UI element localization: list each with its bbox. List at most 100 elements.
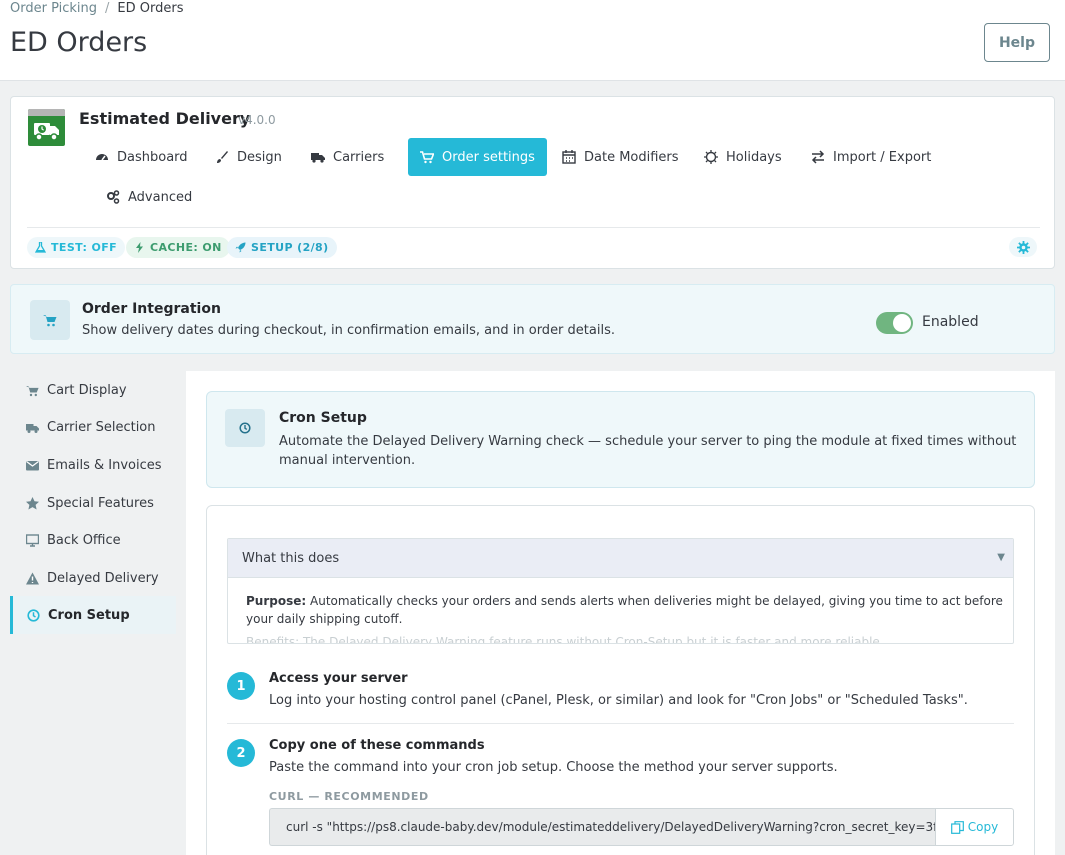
purpose-text: Automatically checks your orders and sen… (246, 594, 1003, 626)
rocket-icon (235, 242, 246, 253)
accordion-purpose: Purpose: Automatically checks your order… (246, 592, 1006, 628)
side-item-label: Emails & Invoices (47, 457, 162, 473)
side-item-label: Cart Display (47, 382, 127, 398)
side-item-cart-display[interactable]: Cart Display (10, 371, 176, 409)
integration-toggle[interactable] (876, 312, 913, 334)
nav-holidays[interactable]: Holidays (692, 138, 794, 176)
cron-description: Automate the Delayed Delivery Warning ch… (279, 434, 1017, 468)
bolt-icon (136, 242, 143, 253)
dashboard-icon (96, 154, 108, 161)
nav-carriers[interactable]: Carriers (299, 138, 396, 176)
nav-dashboard[interactable]: Dashboard (83, 138, 200, 176)
envelope-icon (26, 460, 39, 470)
gears-icon (107, 190, 120, 204)
module-name: Estimated Delivery (79, 109, 251, 128)
monitor-icon (26, 533, 39, 547)
integration-description: Show delivery dates during checkout, in … (82, 323, 615, 338)
clock-icon (27, 608, 40, 622)
nav-label: Date Modifiers (584, 149, 679, 165)
step-title: Access your server (269, 671, 408, 686)
star-icon (26, 496, 39, 509)
side-item-label: Cron Setup (48, 607, 130, 623)
copy-button[interactable]: Copy (935, 808, 1014, 846)
help-button[interactable]: Help (984, 23, 1050, 62)
side-item-back-office[interactable]: Back Office (10, 521, 176, 559)
flask-icon (35, 242, 46, 253)
cron-title: Cron Setup (279, 410, 367, 426)
nav-label: Import / Export (833, 149, 932, 165)
module-logo-icon (28, 109, 65, 146)
nav-label: Dashboard (117, 149, 188, 165)
cart-icon (420, 151, 434, 164)
breadcrumb-parent-link[interactable]: Order Picking (10, 1, 97, 16)
integration-title: Order Integration (82, 301, 221, 317)
module-panel: Estimated Delivery v4.0.0 Dashboard Desi… (10, 96, 1055, 269)
step-description: Paste the command into your cron job set… (269, 760, 838, 775)
divider (227, 723, 1014, 724)
nav-label: Design (237, 149, 282, 165)
accordion-header[interactable]: What this does ▼ (228, 539, 1013, 578)
nav-label: Holidays (726, 149, 782, 165)
code-label: CURL — RECOMMENDED (269, 790, 429, 803)
side-item-emails-invoices[interactable]: Emails & Invoices (10, 446, 176, 484)
module-version: v4.0.0 (238, 113, 276, 127)
cron-header: Cron Setup Automate the Delayed Delivery… (206, 391, 1035, 488)
cron-setup-panel: Cron Setup Automate the Delayed Delivery… (186, 371, 1055, 855)
side-item-cron-setup[interactable]: Cron Setup (10, 596, 176, 634)
module-settings-button[interactable] (1009, 237, 1037, 257)
calendar-icon (562, 150, 576, 164)
nav-order-settings[interactable]: Order settings (408, 138, 547, 176)
cache-label: CACHE: ON (150, 241, 222, 254)
nav-design[interactable]: Design (203, 138, 294, 176)
accordion-faded-text: Benefits: The Delayed Delivery Warning f… (246, 635, 880, 644)
nav-label: Carriers (333, 149, 385, 165)
truck-icon (311, 153, 325, 163)
breadcrumb-separator: / (105, 1, 110, 16)
step-number: 1 (227, 672, 255, 700)
step-number: 2 (227, 739, 255, 767)
gear-icon (1016, 240, 1030, 254)
copy-label: Copy (967, 820, 999, 834)
breadcrumb: Order Picking / ED Orders (10, 1, 184, 16)
breadcrumb-current: ED Orders (117, 1, 184, 16)
nav-date-modifiers[interactable]: Date Modifiers (550, 138, 691, 176)
exchange-icon (811, 150, 825, 164)
side-item-label: Carrier Selection (47, 419, 156, 435)
page-header: Order Picking / ED Orders ED Orders Help (0, 0, 1065, 81)
side-item-delayed-delivery[interactable]: Delayed Delivery (10, 559, 176, 597)
cart-icon (30, 300, 70, 340)
clock-icon (225, 409, 265, 447)
sun-icon (704, 150, 718, 164)
cart-icon (26, 385, 39, 396)
order-integration-banner: Order Integration Show delivery dates du… (10, 284, 1055, 354)
accordion-title: What this does (242, 550, 340, 566)
step-description: Log into your hosting control panel (cPa… (269, 693, 968, 708)
nav-label: Order settings (442, 149, 535, 165)
side-item-label: Delayed Delivery (47, 570, 159, 586)
side-item-label: Special Features (47, 495, 154, 511)
setup-label: SETUP (2/8) (251, 241, 329, 254)
test-mode-badge[interactable]: TEST: OFF (27, 237, 126, 258)
side-item-carrier-selection[interactable]: Carrier Selection (10, 408, 176, 446)
test-mode-label: TEST: OFF (51, 241, 118, 254)
integration-toggle-label: Enabled (922, 314, 979, 330)
purpose-label: Purpose: (246, 594, 307, 608)
setup-badge[interactable]: SETUP (2/8) (227, 237, 337, 258)
cache-badge[interactable]: CACHE: ON (126, 237, 230, 258)
side-item-label: Back Office (47, 532, 121, 548)
step-title: Copy one of these commands (269, 738, 485, 753)
cron-instructions-card: What this does ▼ Purpose: Automatically … (206, 505, 1035, 855)
divider (27, 227, 1040, 228)
copy-icon (950, 820, 964, 834)
nav-import-export[interactable]: Import / Export (799, 138, 943, 176)
truck-icon (26, 423, 39, 433)
warning-icon (26, 572, 39, 584)
nav-label: Advanced (128, 189, 193, 205)
what-this-does-accordion: What this does ▼ Purpose: Automatically … (227, 538, 1014, 644)
nav-advanced[interactable]: Advanced (94, 178, 204, 216)
page-title: ED Orders (10, 27, 148, 58)
curl-command-field[interactable]: curl -s "https://ps8.claude-baby.dev/mod… (269, 808, 936, 846)
side-item-special-features[interactable]: Special Features (10, 484, 176, 522)
caret-down-icon: ▼ (997, 552, 1005, 563)
brush-icon (217, 151, 228, 163)
